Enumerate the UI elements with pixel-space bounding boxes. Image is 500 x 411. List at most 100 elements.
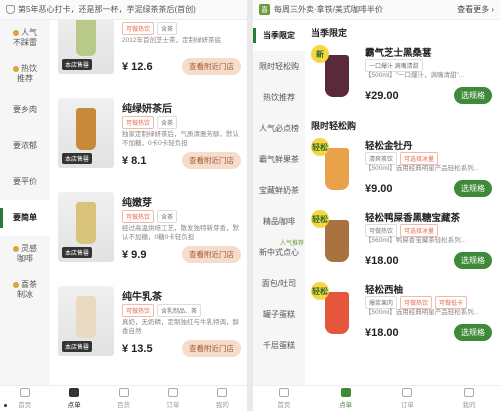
tab-点单[interactable]: 点单 <box>315 386 377 411</box>
product-image[interactable]: 轻松 <box>311 138 361 198</box>
product-image[interactable]: 轻松 <box>311 210 361 270</box>
product-price: ¥18.00 <box>365 255 399 267</box>
product-price: ¥ 12.6 <box>122 61 153 73</box>
sidebar-item[interactable]: 新中式点心 人气推荐 <box>253 237 305 268</box>
right-phone-screen: 喜 每周三外卖·拿铁/美式咖啡半价 查看更多 › 当季限定限时轻松购 热饮推荐人气… <box>253 0 500 411</box>
promo-badge: 轻松 <box>311 210 329 228</box>
tab-icon <box>19 388 30 397</box>
view-nearby-stores-button[interactable]: 查看附近门店 <box>182 58 241 75</box>
select-spec-button[interactable]: 选规格 <box>454 252 492 269</box>
promo-badge: 新 <box>311 45 329 63</box>
sidebar-item-label: 人气必点榜 <box>259 123 299 133</box>
product-tag: 含茶 <box>157 116 178 129</box>
recommend-badge: 人气推荐 <box>279 241 304 247</box>
sidebar-item-label: 当季限定 <box>263 30 295 40</box>
sidebar-item-label: 喜茶 <box>13 280 37 290</box>
sidebar-item-label: 要乡肉 <box>13 105 37 114</box>
sidebar-item-label: 面包/吐司 <box>261 278 297 288</box>
sidebar-item[interactable]: 喜茶 制冰 <box>0 272 50 308</box>
select-spec-button[interactable]: 选规格 <box>454 324 492 341</box>
tab-label: 首页 <box>277 402 291 409</box>
product-name: 轻松鸭屎香黑糖宝藏茶 <box>365 213 461 224</box>
tab-首页[interactable]: 首页 <box>0 386 49 411</box>
product-image[interactable]: 新 <box>311 45 361 105</box>
product-image[interactable]: 本店售罄 <box>58 98 114 168</box>
tab-点单[interactable]: 点单 <box>49 386 98 411</box>
select-spec-button[interactable]: 选规格 <box>454 180 492 197</box>
product-item: 本店售罄 纯牛乳茶 可做热饮 含乳制品、茶 真奶，无奶精，定制独红与牛乳特调，醇香自然 ¥… <box>50 280 247 374</box>
select-spec-button[interactable]: 选规格 <box>454 87 492 104</box>
product-list: 本店售罄芝芝绿妍茶后(首创)可做热饮含茶2012年首创芝士茶，定制绿妍茶底¥ 1… <box>50 20 247 385</box>
sidebar-item[interactable]: 热饮推荐 <box>253 82 305 113</box>
product-description: 【560ml】鸭屎香宝藏茶轻松系列... <box>365 237 467 244</box>
promo-banner[interactable]: 喜 每周三外卖·拿铁/美式咖啡半价 查看更多 › <box>253 0 500 20</box>
brand-logo-icon: 喜 <box>259 4 270 15</box>
tab-icon <box>69 388 80 397</box>
view-nearby-stores-button[interactable]: 查看附近门店 <box>182 246 241 263</box>
sidebar-item[interactable]: 热饮推荐 <box>0 56 50 92</box>
product-tags: 可做热饮 含茶 <box>122 22 178 35</box>
sidebar-item[interactable]: 人气必点榜 <box>253 113 305 144</box>
drink-cup-image <box>76 296 96 338</box>
product-name: 轻松西柚 <box>365 285 404 296</box>
tab-我的[interactable]: 我的 <box>438 386 500 411</box>
tab-label: 订单 <box>166 402 180 409</box>
sidebar-item[interactable]: 霸气鲜果茶 <box>253 144 305 175</box>
product-image[interactable]: 本店售罄 <box>58 286 114 356</box>
product-name: 霸气芝士黑桑葚 <box>365 48 432 59</box>
sidebar-item[interactable]: 要平价 <box>0 164 50 200</box>
sidebar-item-label: 人气 <box>13 28 37 38</box>
tab-首页[interactable]: 首页 <box>253 386 315 411</box>
sidebar-item[interactable]: 精品咖啡 <box>253 206 305 237</box>
announcement-banner[interactable]: 第5年恶心打卡，还是那一杯，芋泥绿茶茶后(首创) <box>0 0 247 20</box>
sidebar-item[interactable]: 要简单 <box>0 200 50 236</box>
view-more-link[interactable]: 查看更多 › <box>457 4 494 15</box>
sidebar-item[interactable]: 当季限定 <box>253 20 305 51</box>
product-price: ¥ 9.9 <box>122 249 147 261</box>
product-name: 纯绿妍茶后 <box>122 104 172 115</box>
sidebar-item-label: 要平价 <box>13 177 37 186</box>
sidebar-item-label: 宝藏鲜奶茶 <box>259 185 299 195</box>
sidebar-item[interactable]: 千层蛋糕 <box>253 330 305 361</box>
sold-out-badge: 本店售罄 <box>62 59 93 70</box>
tab-订单[interactable]: 订单 <box>377 386 439 411</box>
tab-百货[interactable]: 百货 <box>99 386 148 411</box>
product-item: 新霸气芝士黑桑葚 一口爆汁 满嘴清甜 【500ml】"一口爆汁，满嘴清甜"... ¥2… <box>305 41 500 113</box>
product-tag: 可做热饮 <box>122 116 155 129</box>
sidebar-item[interactable]: 限时轻松购 <box>253 51 305 82</box>
sidebar-item-label: 要浓郁 <box>13 141 37 150</box>
sidebar-item[interactable]: 要乡肉 <box>0 92 50 128</box>
product-price: ¥18.00 <box>365 327 399 339</box>
view-nearby-stores-button[interactable]: 查看附近门店 <box>182 340 241 357</box>
product-tag: 可做热饮 <box>122 22 155 35</box>
sidebar-item-label: 推荐 <box>17 74 33 83</box>
tab-icon <box>402 388 413 397</box>
product-tag: 可做热饮 <box>122 304 155 317</box>
section-title: 限时轻松购 <box>311 121 357 131</box>
bell-icon <box>6 5 15 14</box>
sidebar-item[interactable]: 宝藏鲜奶茶 <box>253 175 305 206</box>
product-image[interactable]: 轻松 <box>311 282 361 342</box>
sidebar-item[interactable]: 面包/吐司 <box>253 268 305 299</box>
sidebar-item[interactable]: 灵感 咖啡 <box>0 236 50 272</box>
product-item: 轻松 轻松金牡丹 清爽茶饮 可选择冰量 【500ml】选用经典明星产品轻松系列... ¥9… <box>305 134 500 206</box>
sidebar-item-label: 不踩雷 <box>13 38 37 47</box>
product-tags: 可做热饮 含乳制品、茶 <box>122 304 202 317</box>
sidebar-item-label: 要简单 <box>13 213 37 222</box>
product-item: 本店售罄 芝芝绿妍茶后(首创)可做热饮含茶 2012年首创芝士茶，定制绿妍茶底 ¥ 1… <box>50 20 247 92</box>
sidebar-item[interactable]: 要浓郁 <box>0 128 50 164</box>
product-description: 2012年首创芝士茶，定制绿妍茶底 <box>122 37 221 44</box>
category-icon <box>13 245 19 252</box>
tab-订单[interactable]: 订单 <box>148 386 197 411</box>
tab-label: 百货 <box>117 402 131 409</box>
product-image[interactable]: 本店售罄 <box>58 192 114 262</box>
tab-label: 我的 <box>215 402 229 409</box>
tab-我的[interactable]: 我的 <box>198 386 247 411</box>
view-nearby-stores-button[interactable]: 查看附近门店 <box>182 152 241 169</box>
sidebar-item[interactable]: 罐子蛋糕 <box>253 299 305 330</box>
left-phone-screen: 第5年恶心打卡，还是那一杯，芋泥绿茶茶后(首创) 人气 不踩雷 热饮 推荐 要乡肉 要浓郁… <box>0 0 247 411</box>
product-description: 经过高温烘焙工艺，散发独特新芽香，默认不加糖，0糖0卡轻负担 <box>122 225 239 241</box>
bottom-tab-bar: 首页 点单 百货 订单 我的 <box>0 385 247 411</box>
sidebar-item[interactable]: 人气 不踩雷 <box>0 20 50 56</box>
product-image[interactable]: 本店售罄 <box>58 20 114 74</box>
